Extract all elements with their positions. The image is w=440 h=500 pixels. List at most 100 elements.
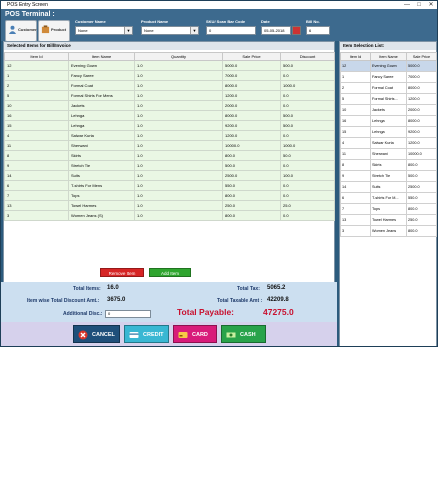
table-row[interactable]: 8 Skirts 1.0 800.0 50.0	[4, 150, 335, 161]
table-cell: 1.0	[134, 110, 223, 121]
sku-input[interactable]: 0	[206, 26, 256, 35]
table-cell: 9200.0	[222, 120, 281, 131]
table-row[interactable]: 11 Sherwani 10000.0	[340, 148, 437, 160]
table-cell: 14	[4, 170, 69, 181]
column-header[interactable]: Item Name	[68, 52, 135, 61]
total-tax-label: Total Tax:	[237, 286, 260, 292]
table-cell: 7	[340, 203, 371, 215]
column-header[interactable]: Discount	[280, 52, 335, 61]
table-cell: 8	[340, 159, 371, 171]
table-cell: T-shirts For M...	[370, 192, 407, 204]
table-cell: Fancy Saree	[370, 71, 407, 83]
product-button[interactable]: Product	[38, 20, 70, 42]
product-name-select[interactable]: None ▼	[141, 26, 199, 35]
table-row[interactable]: 6 T-shirts For Mens 1.0 550.0 0.0	[4, 180, 335, 191]
add-item-button[interactable]: Add Item	[149, 268, 191, 277]
customer-button[interactable]: Customer	[5, 20, 37, 42]
table-cell: 2500.0	[406, 181, 437, 193]
column-header[interactable]: Item Id	[340, 52, 371, 61]
table-row[interactable]: 4 Salwar Kurta 1.0 1200.0 0.0	[4, 130, 335, 141]
customer-name-value: None	[78, 28, 88, 33]
cash-button[interactable]: CASH	[221, 325, 266, 343]
table-row[interactable]: 5 Formal Shirts... 1200.0	[340, 93, 437, 105]
table-row[interactable]: 5 Formal Shirts For Mens 1.0 1200.0 0.0	[4, 90, 335, 101]
cash-label: CASH	[240, 332, 256, 338]
calendar-icon[interactable]	[292, 26, 301, 35]
table-row[interactable]: 14 Suits 1.0 2500.0 100.0	[4, 170, 335, 181]
table-row[interactable]: 9 Stretch Tie 500.0	[340, 170, 437, 182]
bill-no-input[interactable]: 6	[306, 26, 330, 35]
table-row[interactable]: 14 Suits 2500.0	[340, 181, 437, 193]
table-row[interactable]: 7 Tops 800.0	[340, 203, 437, 215]
table-row[interactable]: 3 Women Jeans 800.0	[340, 225, 437, 237]
table-cell: Formal Shirts For Mens	[68, 90, 135, 101]
table-row[interactable]: 16 Lehnga 8000.0	[340, 115, 437, 127]
table-cell: Fancy Saree	[68, 70, 135, 81]
table-cell: Suits	[68, 170, 135, 181]
table-row[interactable]: 6 T-shirts For M... 550.0	[340, 192, 437, 204]
table-row[interactable]: 13 Towel Harmes 1.0 250.0 25.0	[4, 200, 335, 211]
table-row[interactable]: 3 Women Jeans (S) 1.0 800.0 0.0	[4, 210, 335, 221]
credit-button[interactable]: CREDIT	[124, 325, 169, 343]
cancel-button[interactable]: CANCEL	[73, 325, 120, 343]
table-row[interactable]: 9 Stretch Tie 1.0 500.0 0.0	[4, 160, 335, 171]
table-cell: 500.0	[280, 120, 335, 131]
table-row[interactable]: 11 Sherwani 1.0 10000.0 1000.0	[4, 140, 335, 151]
table-cell: 5000.0	[406, 60, 437, 72]
additional-disc-label: Additional Disc.:	[63, 311, 103, 317]
card-button[interactable]: CARD	[173, 325, 217, 343]
table-cell: 0.0	[280, 180, 335, 191]
table-cell: 16	[340, 115, 371, 127]
table-row[interactable]: 2 Formal Coat 8000.0	[340, 82, 437, 94]
selected-items-table: Item Id Item Name Quantity Sale Price Discou…	[4, 52, 335, 221]
column-header[interactable]: Sale Price	[222, 52, 281, 61]
cash-icon	[226, 332, 236, 338]
additional-disc-input[interactable]: 0	[105, 310, 151, 318]
column-header[interactable]: Item Id	[4, 52, 69, 61]
table-cell: 7	[4, 190, 69, 201]
item-selection-panel: Item Selection List: Item Id Item Name Sal…	[339, 41, 437, 346]
column-header[interactable]: Sale Price	[406, 52, 437, 61]
date-input[interactable]: 05-05-2018	[261, 26, 291, 35]
table-cell: 550.0	[222, 180, 281, 191]
table-cell: Suits	[370, 181, 407, 193]
table-cell: 11	[340, 148, 371, 160]
table-row[interactable]: 16 Lehnga 1.0 8000.0 500.0	[4, 110, 335, 121]
table-cell: 1.0	[134, 200, 223, 211]
table-row[interactable]: 15 Lehnga 1.0 9200.0 500.0	[4, 120, 335, 131]
table-row[interactable]: 1 Fancy Saree 7000.0	[340, 71, 437, 83]
sku-value: 0	[209, 28, 212, 33]
chevron-down-icon: ▼	[190, 27, 198, 34]
table-cell: 800.0	[406, 203, 437, 215]
total-taxable-value: 42209.8	[267, 297, 289, 303]
column-header[interactable]: Quantity	[134, 52, 223, 61]
item-selection-table: Item Id Item Name Sale Price 12 Evening Gow…	[340, 52, 437, 237]
table-row[interactable]: 12 Evening Gown 1.0 5000.0 500.0	[4, 60, 335, 71]
column-header[interactable]: Item Name	[370, 52, 407, 61]
table-row[interactable]: 7 Tops 1.0 800.0 0.0	[4, 190, 335, 201]
table-cell: 1200.0	[406, 93, 437, 105]
table-cell: T-shirts For Mens	[68, 180, 135, 191]
customer-name-select[interactable]: None ▼	[75, 26, 133, 35]
table-cell: 1.0	[134, 70, 223, 81]
table-cell: 800.0	[406, 225, 437, 237]
close-button[interactable]: ✕	[425, 1, 437, 9]
minimize-button[interactable]: —	[401, 1, 413, 9]
maximize-button[interactable]: □	[413, 1, 425, 9]
table-row[interactable]: 10 Jackets 2000.0	[340, 104, 437, 116]
table-row[interactable]: 2 Formal Coat 1.0 8000.0 1000.0	[4, 80, 335, 91]
table-cell: 1.0	[134, 100, 223, 111]
table-row[interactable]: 15 Lehnga 9200.0	[340, 126, 437, 138]
table-row[interactable]: 10 Jackets 1.0 2000.0 0.0	[4, 100, 335, 111]
table-row[interactable]: 13 Towel Harmes 250.0	[340, 214, 437, 226]
table-cell: 800.0	[222, 150, 281, 161]
table-cell: 0.0	[280, 190, 335, 201]
table-cell: Skirts	[370, 159, 407, 171]
table-cell: 0.0	[280, 160, 335, 171]
table-row[interactable]: 4 Salwar Kurta 1200.0	[340, 137, 437, 149]
table-row[interactable]: 8 Skirts 800.0	[340, 159, 437, 171]
table-row[interactable]: 1 Fancy Saree 1.0 7000.0 0.0	[4, 70, 335, 81]
additional-disc-value: 0	[108, 311, 111, 316]
remove-item-button[interactable]: Remove Item	[100, 268, 144, 277]
table-row[interactable]: 12 Evening Gown 5000.0	[340, 60, 437, 72]
